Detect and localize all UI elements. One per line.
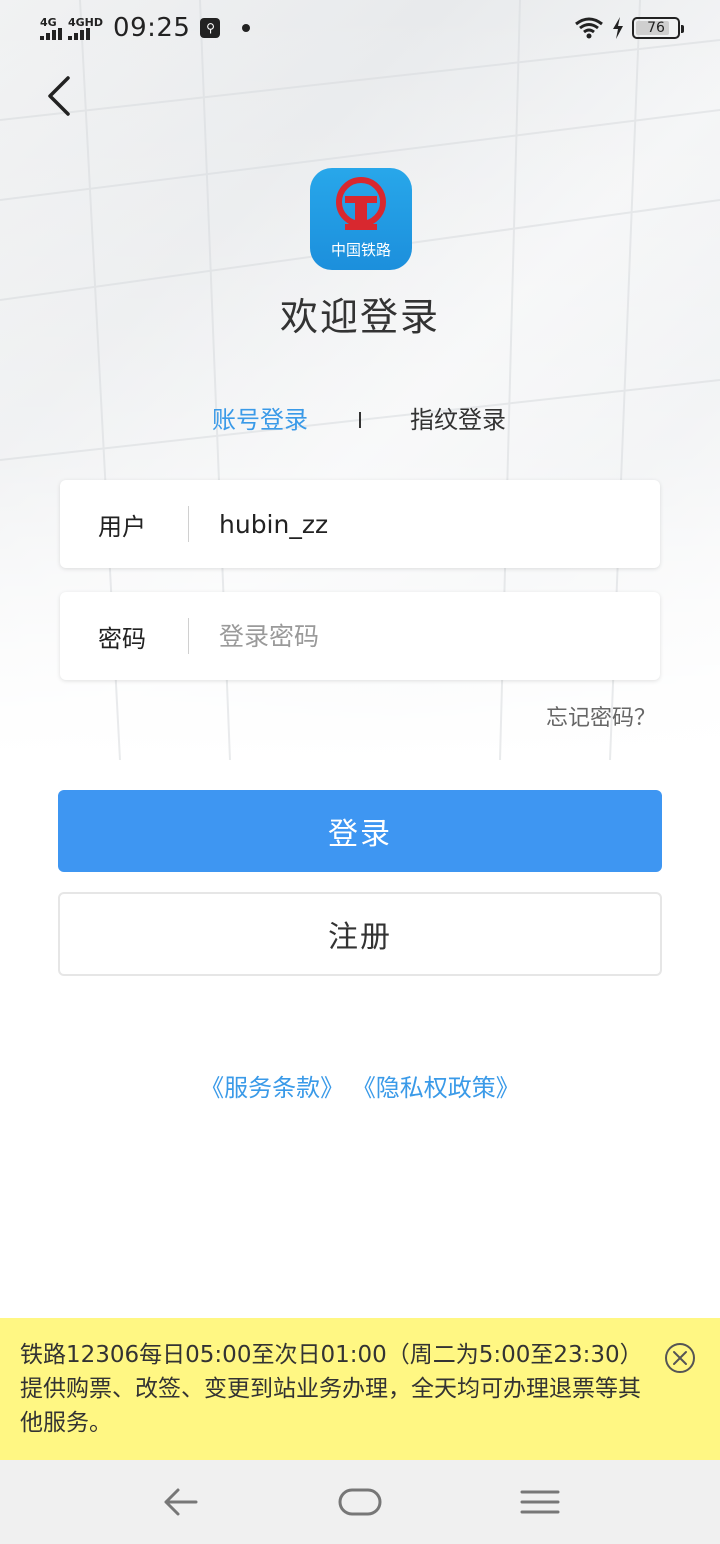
username-label: 用户 xyxy=(98,512,146,541)
terms-of-service-link[interactable]: 《服务条款》 xyxy=(200,1074,344,1102)
app-logo: 中国铁路 xyxy=(310,168,412,270)
tab-divider xyxy=(359,412,361,428)
logo-text: 中国铁路 xyxy=(330,241,391,259)
login-tabs: 账号登录 指纹登录 xyxy=(0,400,720,440)
home-pill-icon[interactable] xyxy=(338,1480,382,1524)
system-navigation-bar xyxy=(0,1460,720,1544)
password-label: 密码 xyxy=(98,624,146,653)
page-title: 欢迎登录 xyxy=(279,295,440,339)
tab-fingerprint-login[interactable]: 指纹登录 xyxy=(410,400,506,435)
wifi-icon xyxy=(575,17,603,39)
forgot-password-link[interactable]: 忘记密码？ xyxy=(546,700,656,732)
charging-icon xyxy=(613,17,623,39)
menu-icon[interactable] xyxy=(518,1480,562,1524)
password-field: 密码 xyxy=(60,592,660,680)
usb-icon: ⚲ xyxy=(200,18,221,38)
signal-hd-label: 4GHD xyxy=(68,15,104,29)
status-bar: 4G 4GHD 09:25 ⚲ 76 xyxy=(0,0,720,56)
privacy-policy-link[interactable]: 《隐私权政策》 xyxy=(352,1074,520,1102)
battery-level: 76 xyxy=(647,20,665,36)
signal-icon: 4G xyxy=(40,17,62,40)
notice-text: 铁路12306每日05:00至次日01:00（周二为5:00至23:30）提供购… xyxy=(20,1342,643,1436)
password-input[interactable] xyxy=(189,592,660,680)
username-field: 用户 xyxy=(60,480,660,568)
tab-account-login[interactable]: 账号登录 xyxy=(212,400,308,435)
battery-icon: 76 xyxy=(632,17,684,39)
arrow-left-icon[interactable] xyxy=(158,1480,202,1524)
username-input[interactable] xyxy=(189,480,660,568)
signal-label: 4G xyxy=(40,15,57,29)
legal-links: 《服务条款》 《隐私权政策》 xyxy=(0,1068,720,1103)
signal-hd-icon: 4GHD xyxy=(68,17,103,40)
login-button[interactable]: 登录 xyxy=(58,790,662,872)
clock: 09:25 xyxy=(113,13,191,43)
railway-emblem-icon xyxy=(336,177,386,230)
service-notice-banner: 铁路12306每日05:00至次日01:00（周二为5:00至23:30）提供购… xyxy=(0,1318,720,1460)
notification-dot-icon xyxy=(242,24,251,32)
register-button[interactable]: 注册 xyxy=(58,892,662,976)
close-circle-icon[interactable] xyxy=(664,1342,696,1374)
chevron-left-icon[interactable] xyxy=(40,74,84,118)
